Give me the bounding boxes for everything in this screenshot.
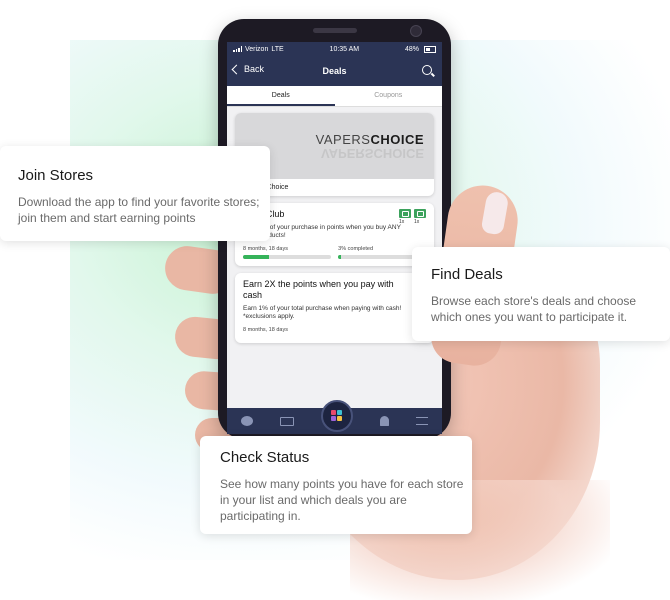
deal-description: Earn 1% of your total purchase when payi… xyxy=(243,305,402,320)
callout-text: Browse each store's deals and choose whi… xyxy=(431,294,637,324)
status-bar: Verizon LTE 10:35 AM 48% xyxy=(227,42,442,56)
carrier-label: Verizon xyxy=(245,45,269,53)
deal-description: Earn 5% of your purchase in points when … xyxy=(243,224,401,239)
battery-icon xyxy=(424,45,436,53)
deal-badges: 1x 1x xyxy=(399,209,426,225)
basket-icon[interactable] xyxy=(279,416,294,426)
time-progress-bar xyxy=(243,255,331,259)
clock: 10:35 AM xyxy=(329,45,360,53)
callout-title: Check Status xyxy=(220,449,310,466)
deal-title: Earn 2X the points when you pay with cas… xyxy=(243,279,394,300)
deal-time-left: 8 months, 18 days xyxy=(243,327,288,333)
callout-title: Find Deals xyxy=(431,266,503,283)
tab-coupons[interactable]: Coupons xyxy=(335,86,443,106)
tab-bar: Deals Coupons xyxy=(227,86,442,107)
search-icon[interactable] xyxy=(422,65,432,75)
back-button[interactable]: Back xyxy=(231,64,265,74)
nav-bar: Back Deals xyxy=(227,56,442,86)
deal-time-left: 8 months, 18 days xyxy=(243,246,288,252)
battery-level: 48% xyxy=(404,45,419,53)
callout-text: Download the app to find your favorite s… xyxy=(18,195,260,225)
bell-icon[interactable] xyxy=(380,416,390,426)
callout-join-stores: Join Stores Download the app to find you… xyxy=(0,146,270,241)
callout-text: See how many points you have for each st… xyxy=(220,477,464,523)
bottom-nav xyxy=(227,400,442,434)
page-title: Deals xyxy=(322,66,347,76)
phone-speaker xyxy=(313,28,357,33)
chat-icon[interactable] xyxy=(240,416,253,426)
signal-icon xyxy=(233,46,242,52)
tab-deals[interactable]: Deals xyxy=(227,86,335,106)
money-icon: 1x xyxy=(399,209,411,225)
back-label: Back xyxy=(244,64,265,74)
home-logo-icon xyxy=(330,410,343,422)
home-logo-button[interactable] xyxy=(320,400,353,432)
callout-check-status: Check Status See how many points you hav… xyxy=(200,436,472,534)
sliders-icon[interactable] xyxy=(416,417,429,425)
network-label: LTE xyxy=(271,45,284,53)
deal-card[interactable]: 1x Earn 2X the points when you pay with … xyxy=(235,273,434,343)
money-icon: 1x xyxy=(414,209,426,225)
callout-title: Join Stores xyxy=(18,167,94,184)
callout-find-deals: Find Deals Browse each store's deals and… xyxy=(412,247,670,341)
phone-camera xyxy=(410,25,422,37)
chevron-left-icon xyxy=(231,64,242,74)
